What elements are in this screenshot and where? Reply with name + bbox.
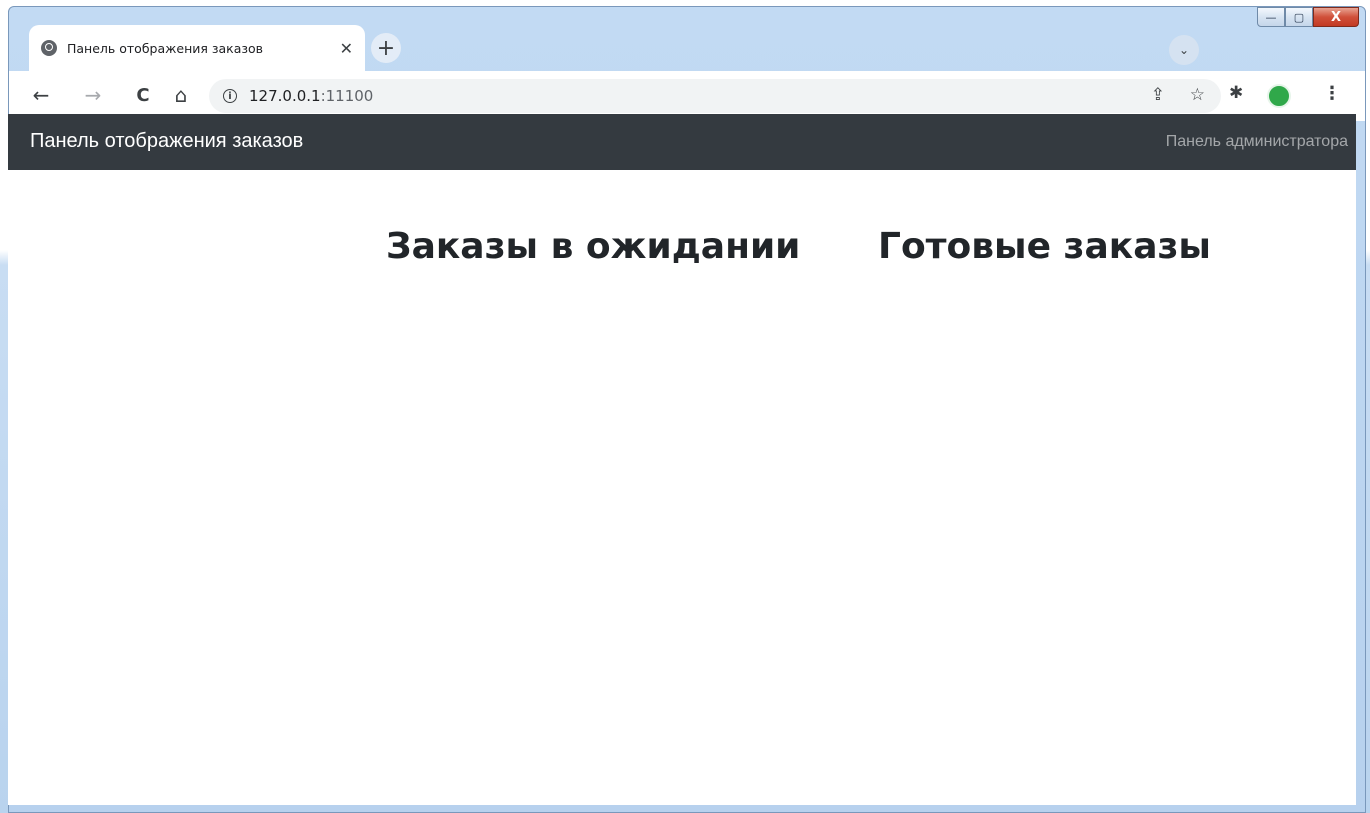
ready-orders-heading: Готовые заказы: [878, 226, 1211, 268]
extensions-icon[interactable]: ✱: [1229, 83, 1243, 103]
new-tab-button[interactable]: +: [371, 33, 401, 63]
pending-orders-heading: Заказы в ожидании: [386, 226, 801, 268]
url-host: 127.0.0.1: [249, 87, 321, 105]
site-navbar: Панель отображения заказов Панель админи…: [8, 114, 1356, 170]
browser-tab[interactable]: Панель отображения заказов ✕: [29, 25, 365, 71]
tab-search-button[interactable]: ⌄: [1169, 35, 1199, 65]
back-button[interactable]: ←: [27, 81, 55, 109]
reload-button[interactable]: C: [129, 81, 157, 109]
profile-avatar[interactable]: [1267, 84, 1291, 108]
navbar-brand[interactable]: Панель отображения заказов: [30, 130, 303, 153]
forward-button[interactable]: →: [79, 81, 107, 109]
tab-close-icon[interactable]: ✕: [340, 39, 353, 58]
bookmark-star-icon[interactable]: ☆: [1190, 85, 1205, 105]
admin-panel-link[interactable]: Панель администратора: [1166, 133, 1348, 151]
home-button[interactable]: ⌂: [167, 81, 195, 109]
url-text: 127.0.0.1:11100: [249, 87, 373, 105]
address-bar[interactable]: i 127.0.0.1:11100 ⇪ ☆: [209, 79, 1221, 113]
browser-menu-icon[interactable]: ⋮: [1323, 83, 1341, 104]
site-info-icon[interactable]: i: [223, 89, 237, 103]
page-viewport: Панель отображения заказов Панель админи…: [8, 114, 1356, 805]
url-port: :11100: [320, 87, 374, 105]
tab-title: Панель отображения заказов: [67, 40, 264, 56]
globe-icon: [41, 40, 57, 56]
tab-strip: Панель отображения заказов ✕ + ⌄: [9, 23, 1365, 73]
share-icon[interactable]: ⇪: [1151, 85, 1165, 105]
